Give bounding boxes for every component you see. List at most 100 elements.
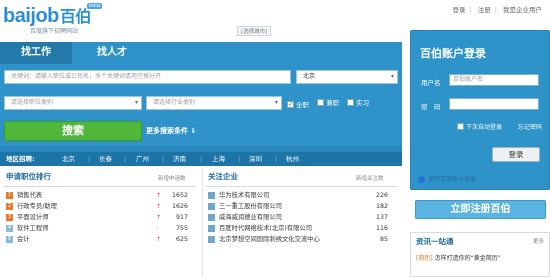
industry-dropdown[interactable]: 请选择行业类别 ▾ xyxy=(146,96,282,110)
follow-count: 85 xyxy=(379,236,388,243)
companies-title: 关注企业 xyxy=(208,172,238,181)
separator: | xyxy=(124,155,127,163)
register-link[interactable]: 注册 xyxy=(478,6,491,14)
region-beijing[interactable]: 北京 xyxy=(62,152,75,166)
rank-badge: 4 xyxy=(6,225,13,232)
more-conditions-label: 更多搜索条件 xyxy=(146,127,188,135)
chevron-down-icon: ⇓ xyxy=(190,127,197,135)
follow-count: 116 xyxy=(375,225,388,232)
search-band: 找工作 找人才 关键词：请输入职位或公司名，多个关键词请用空格分开 北京 ▾ 请选… xyxy=(0,42,402,152)
job-category-dropdown[interactable]: 请选择职位类别 ▾ xyxy=(4,96,142,110)
more-conditions-link[interactable]: 更多搜索条件 ⇓ xyxy=(146,126,196,136)
region-shenzhen[interactable]: 深圳 xyxy=(249,152,262,166)
apply-count: 917 xyxy=(175,214,188,221)
apply-count: 625 xyxy=(175,236,188,243)
separator: | xyxy=(469,6,472,14)
keyword-input[interactable]: 关键词：请输入职位或公司名，多个关键词请用空格分开 xyxy=(4,70,291,84)
company-icon xyxy=(208,236,215,243)
option-parttime[interactable]: 兼职 xyxy=(317,97,339,107)
trend-up-icon: ↑ xyxy=(156,214,162,221)
region-hangzhou[interactable]: 杭州 xyxy=(286,152,299,166)
password-input[interactable] xyxy=(449,98,539,110)
checkbox-icon xyxy=(457,123,464,130)
job-name[interactable]: 会计 xyxy=(17,234,30,245)
company-name[interactable]: 华为技术有限公司 xyxy=(219,190,269,201)
companies-column-label: 新增关注数 xyxy=(356,176,384,182)
rank-badge: 1 xyxy=(6,192,13,199)
city-select-link[interactable]: [选择城市] xyxy=(237,26,272,36)
option-label: 全职 xyxy=(296,101,309,109)
forgot-password-link[interactable]: 忘记密码 xyxy=(518,122,542,131)
separator: | xyxy=(275,155,278,163)
job-name[interactable]: 软件工程师 xyxy=(17,223,48,234)
region-guangzhou[interactable]: 广州 xyxy=(136,152,149,166)
hot-jobs-column-label: 新增申请数 xyxy=(158,176,186,182)
job-name[interactable]: 平面设计师 xyxy=(17,212,48,223)
login-button[interactable]: 登录 xyxy=(492,147,540,162)
baidu-login-label: 使用百度账号登录 xyxy=(428,176,477,183)
company-name[interactable]: 北京梦想空间国际刺绣文化交流中心 xyxy=(219,234,320,245)
rank-badge: 3 xyxy=(6,214,13,221)
company-name[interactable]: 威海威润德业有限公司 xyxy=(219,212,282,223)
company-name[interactable]: 百度时代网络技术(北京)有限公司 xyxy=(219,223,312,234)
list-item[interactable]: 2 行政专员/助理 ↑ 1626 xyxy=(6,201,188,212)
page: baijob百伯 beta 百度旗下招聘网站 [选择城市] 登录 | 注册 | 我是… xyxy=(0,0,550,277)
info-item[interactable]: [简历] 怎样打造你的“黄金简历” xyxy=(416,253,501,262)
list-item[interactable]: 5 会计 ↑ 625 xyxy=(6,234,188,245)
info-tag: [简历] xyxy=(416,255,433,262)
list-item[interactable]: 百度时代网络技术(北京)有限公司 116 xyxy=(208,223,388,234)
username-input[interactable]: 百伯账户名 xyxy=(449,74,539,86)
apply-count: 1652 xyxy=(171,192,188,199)
top-links: 登录 | 注册 | 我是企业用户 xyxy=(448,4,542,14)
login-title: 百伯账户登录 xyxy=(420,48,486,60)
job-name[interactable]: 销售代表 xyxy=(17,190,42,201)
city-dropdown[interactable]: 北京 ▾ xyxy=(296,70,398,84)
checkbox-checked-icon: ✓ xyxy=(287,100,294,108)
apply-count: 1626 xyxy=(171,203,188,210)
login-panel: 百伯账户登录 用户名 百伯账户名 密 码 下次自动登录 忘记密码 登录 xyxy=(410,30,550,190)
password-label: 密 码 xyxy=(421,103,441,111)
option-fulltime[interactable]: ✓ 全职 xyxy=(287,99,309,109)
logo[interactable]: baijob百伯 xyxy=(3,3,91,28)
list-item[interactable]: 3 平面设计师 ↑ 917 xyxy=(6,212,188,223)
logo-text: baijob xyxy=(3,5,59,27)
follow-count: 182 xyxy=(375,203,388,210)
list-item[interactable]: 华为技术有限公司 226 xyxy=(208,190,388,201)
tab-find-job[interactable]: 找工作 xyxy=(0,42,72,64)
list-item[interactable]: 北京梦想空间国际刺绣文化交流中心 85 xyxy=(208,234,388,245)
region-shanghai[interactable]: 上海 xyxy=(212,152,225,166)
search-button[interactable]: 搜索 xyxy=(4,121,142,141)
follow-count: 226 xyxy=(375,192,388,199)
companies-list: 华为技术有限公司 226 三一重工股份有限公司 182 威海威润德业有限公司 137 … xyxy=(208,190,388,245)
info-more-link[interactable]: 更多 xyxy=(533,237,544,245)
region-changchun[interactable]: 长春 xyxy=(99,152,112,166)
company-icon xyxy=(208,203,215,210)
login-link[interactable]: 登录 xyxy=(452,6,465,14)
divider xyxy=(202,168,203,277)
company-name[interactable]: 三一重工股份有限公司 xyxy=(219,201,282,212)
region-label: 地区招聘: xyxy=(6,155,35,163)
option-internship[interactable]: 实习 xyxy=(347,97,369,107)
list-item[interactable]: 三一重工股份有限公司 182 xyxy=(208,201,388,212)
trend-up-icon: ↑ xyxy=(156,203,162,210)
checkbox-icon xyxy=(317,98,325,106)
list-item[interactable]: 威海威润德业有限公司 137 xyxy=(208,212,388,223)
chevron-down-icon: ▾ xyxy=(390,73,394,80)
info-text: 怎样打造你的“黄金简历” xyxy=(434,255,501,262)
region-jinan[interactable]: 济南 xyxy=(173,152,186,166)
register-button[interactable]: 立即注册百伯 xyxy=(415,200,546,219)
baidu-login-link[interactable]: 使用百度账号登录 xyxy=(410,173,550,187)
list-item[interactable]: 1 销售代表 ↑ 1652 xyxy=(6,190,188,201)
logo-cn: 百伯 xyxy=(59,9,92,26)
trend-up-icon: ↑ xyxy=(156,192,162,199)
list-item[interactable]: 4 软件工程师 - 755 xyxy=(6,223,188,234)
auto-login-label: 下次自动登录 xyxy=(466,124,503,131)
city-value: 北京 xyxy=(303,73,316,80)
job-category-placeholder: 请选择职位类别 xyxy=(11,99,54,106)
auto-login-checkbox[interactable]: 下次自动登录 xyxy=(457,122,502,131)
enterprise-link[interactable]: 我是企业用户 xyxy=(503,6,542,14)
tab-find-talent[interactable]: 找人才 xyxy=(76,42,148,64)
rank-badge: 2 xyxy=(6,203,13,210)
job-name[interactable]: 行政专员/助理 xyxy=(17,201,57,212)
hot-jobs-list: 1 销售代表 ↑ 1652 2 行政专员/助理 ↑ 1626 3 平面设计师 ↑ 917 4 软件工… xyxy=(6,190,188,245)
